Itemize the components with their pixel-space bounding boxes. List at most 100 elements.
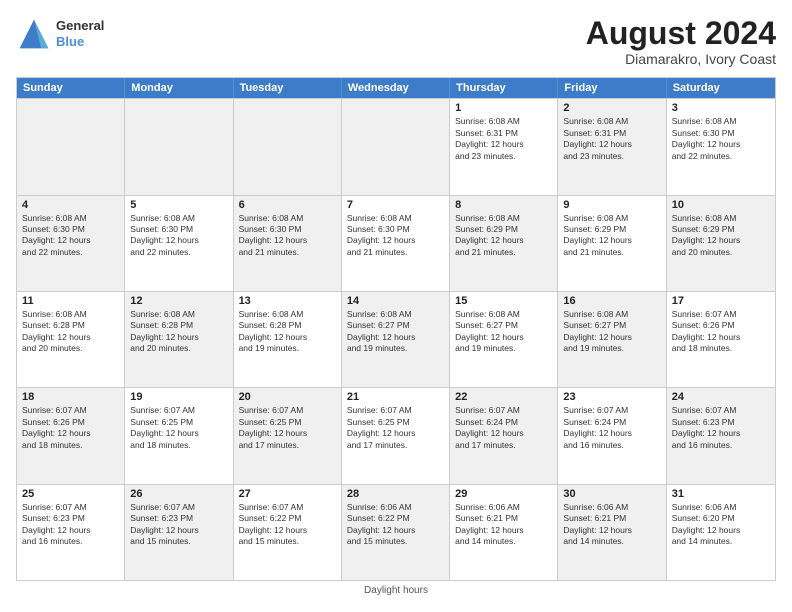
cal-cell-26: 26 Sunrise: 6:07 AM Sunset: 6:23 PM Dayli… <box>125 485 233 580</box>
page: General Blue August 2024 Diamarakro, Ivo… <box>0 0 792 612</box>
cell-text: Sunrise: 6:07 AM Sunset: 6:24 PM Dayligh… <box>455 405 552 451</box>
cal-cell-30: 30Sunrise: 6:06 AM Sunset: 6:21 PM Dayli… <box>558 485 666 580</box>
day-number: 14 <box>347 295 444 307</box>
cell-text: Sunrise: 6:08 AM Sunset: 6:29 PM Dayligh… <box>672 213 770 259</box>
day-number: 23 <box>563 391 660 403</box>
logo-line2: Blue <box>56 34 104 50</box>
calendar: SundayMondayTuesdayWednesdayThursdayFrid… <box>16 77 776 581</box>
day-number: 15 <box>455 295 552 307</box>
cal-cell-24: 24Sunrise: 6:07 AM Sunset: 6:23 PM Dayli… <box>667 388 775 483</box>
day-number: 12 <box>130 295 227 307</box>
cell-text: Sunrise: 6:08 AM Sunset: 6:31 PM Dayligh… <box>563 116 660 162</box>
title-block: August 2024 Diamarakro, Ivory Coast <box>586 16 776 67</box>
cell-text: Sunrise: 6:07 AM Sunset: 6:24 PM Dayligh… <box>563 405 660 451</box>
logo-icon <box>16 16 52 52</box>
day-number: 5 <box>130 199 227 211</box>
cell-text: Sunrise: 6:08 AM Sunset: 6:27 PM Dayligh… <box>563 309 660 355</box>
cal-cell-6: 6 Sunrise: 6:08 AM Sunset: 6:30 PM Daylig… <box>234 196 342 291</box>
cal-cell-empty-0-1 <box>125 99 233 194</box>
cell-text: Sunrise: 6:06 AM Sunset: 6:21 PM Dayligh… <box>455 502 552 548</box>
day-number: 3 <box>672 102 770 114</box>
cal-cell-3: 3 Sunrise: 6:08 AM Sunset: 6:30 PM Daylig… <box>667 99 775 194</box>
cal-cell-1: 1Sunrise: 6:08 AM Sunset: 6:31 PM Daylig… <box>450 99 558 194</box>
day-header-monday: Monday <box>125 78 233 98</box>
cal-cell-25: 25Sunrise: 6:07 AM Sunset: 6:23 PM Dayli… <box>17 485 125 580</box>
day-number: 16 <box>563 295 660 307</box>
cell-text: Sunrise: 6:06 AM Sunset: 6:20 PM Dayligh… <box>672 502 770 548</box>
day-header-tuesday: Tuesday <box>234 78 342 98</box>
day-number: 26 <box>130 488 227 500</box>
cal-cell-27: 27Sunrise: 6:07 AM Sunset: 6:22 PM Dayli… <box>234 485 342 580</box>
cell-text: Sunrise: 6:06 AM Sunset: 6:22 PM Dayligh… <box>347 502 444 548</box>
cal-cell-empty-0-0 <box>17 99 125 194</box>
day-number: 17 <box>672 295 770 307</box>
day-number: 20 <box>239 391 336 403</box>
cal-cell-18: 18Sunrise: 6:07 AM Sunset: 6:26 PM Dayli… <box>17 388 125 483</box>
cal-cell-17: 17 Sunrise: 6:07 AM Sunset: 6:26 PM Dayli… <box>667 292 775 387</box>
week-row-4: 18Sunrise: 6:07 AM Sunset: 6:26 PM Dayli… <box>17 387 775 483</box>
day-number: 31 <box>672 488 770 500</box>
logo-line1: General <box>56 18 104 34</box>
cal-cell-20: 20Sunrise: 6:07 AM Sunset: 6:25 PM Dayli… <box>234 388 342 483</box>
logo: General Blue <box>16 16 104 52</box>
cell-text: Sunrise: 6:08 AM Sunset: 6:28 PM Dayligh… <box>22 309 119 355</box>
day-number: 22 <box>455 391 552 403</box>
cell-text: Sunrise: 6:08 AM Sunset: 6:29 PM Dayligh… <box>563 213 660 259</box>
week-row-5: 25Sunrise: 6:07 AM Sunset: 6:23 PM Dayli… <box>17 484 775 580</box>
day-number: 29 <box>455 488 552 500</box>
calendar-header: SundayMondayTuesdayWednesdayThursdayFrid… <box>17 78 775 98</box>
day-number: 6 <box>239 199 336 211</box>
week-row-3: 11 Sunrise: 6:08 AM Sunset: 6:28 PM Dayli… <box>17 291 775 387</box>
cell-text: Sunrise: 6:08 AM Sunset: 6:30 PM Dayligh… <box>672 116 770 162</box>
cal-cell-9: 9 Sunrise: 6:08 AM Sunset: 6:29 PM Daylig… <box>558 196 666 291</box>
cal-cell-16: 16 Sunrise: 6:08 AM Sunset: 6:27 PM Dayli… <box>558 292 666 387</box>
week-row-1: 1 Sunrise: 6:08 AM Sunset: 6:31 PM Daylig… <box>17 98 775 194</box>
cal-cell-21: 21 Sunrise: 6:07 AM Sunset: 6:25 PM Dayli… <box>342 388 450 483</box>
cal-cell-14: 14 Sunrise: 6:08 AM Sunset: 6:27 PM Dayli… <box>342 292 450 387</box>
cal-cell-31: 31 Sunrise: 6:06 AM Sunset: 6:20 PM Dayli… <box>667 485 775 580</box>
cell-text: Sunrise: 6:08 AM Sunset: 6:27 PM Dayligh… <box>455 309 552 355</box>
cell-text: Sunrise: 6:08 AM Sunset: 6:30 PM Dayligh… <box>239 213 336 259</box>
cal-cell-29: 29 Sunrise: 6:06 AM Sunset: 6:21 PM Dayli… <box>450 485 558 580</box>
day-number: 28 <box>347 488 444 500</box>
cell-text: Sunrise: 6:06 AM Sunset: 6:21 PM Dayligh… <box>563 502 660 548</box>
day-number: 4 <box>22 199 119 211</box>
cell-text: Sunrise: 6:07 AM Sunset: 6:23 PM Dayligh… <box>130 502 227 548</box>
cal-cell-10: 10 Sunrise: 6:08 AM Sunset: 6:29 PM Dayli… <box>667 196 775 291</box>
cal-cell-12: 12 Sunrise: 6:08 AM Sunset: 6:28 PM Dayli… <box>125 292 233 387</box>
cell-text: Sunrise: 6:07 AM Sunset: 6:26 PM Dayligh… <box>672 309 770 355</box>
cell-text: Sunrise: 6:07 AM Sunset: 6:25 PM Dayligh… <box>347 405 444 451</box>
cell-text: Sunrise: 6:07 AM Sunset: 6:23 PM Dayligh… <box>672 405 770 451</box>
cal-cell-7: 7Sunrise: 6:08 AM Sunset: 6:30 PM Daylig… <box>342 196 450 291</box>
cal-cell-4: 4Sunrise: 6:08 AM Sunset: 6:30 PM Daylig… <box>17 196 125 291</box>
cell-text: Sunrise: 6:07 AM Sunset: 6:23 PM Dayligh… <box>22 502 119 548</box>
cal-cell-23: 23 Sunrise: 6:07 AM Sunset: 6:24 PM Dayli… <box>558 388 666 483</box>
day-number: 19 <box>130 391 227 403</box>
day-number: 8 <box>455 199 552 211</box>
subtitle: Diamarakro, Ivory Coast <box>586 51 776 67</box>
cell-text: Sunrise: 6:08 AM Sunset: 6:30 PM Dayligh… <box>347 213 444 259</box>
day-number: 9 <box>563 199 660 211</box>
day-header-friday: Friday <box>558 78 666 98</box>
cell-text: Sunrise: 6:08 AM Sunset: 6:27 PM Dayligh… <box>347 309 444 355</box>
day-number: 11 <box>22 295 119 307</box>
day-number: 10 <box>672 199 770 211</box>
cell-text: Sunrise: 6:08 AM Sunset: 6:28 PM Dayligh… <box>130 309 227 355</box>
cal-cell-5: 5 Sunrise: 6:08 AM Sunset: 6:30 PM Daylig… <box>125 196 233 291</box>
day-number: 21 <box>347 391 444 403</box>
day-number: 27 <box>239 488 336 500</box>
cal-cell-22: 22 Sunrise: 6:07 AM Sunset: 6:24 PM Dayli… <box>450 388 558 483</box>
day-number: 2 <box>563 102 660 114</box>
cell-text: Sunrise: 6:08 AM Sunset: 6:30 PM Dayligh… <box>130 213 227 259</box>
day-number: 13 <box>239 295 336 307</box>
cal-cell-8: 8Sunrise: 6:08 AM Sunset: 6:29 PM Daylig… <box>450 196 558 291</box>
calendar-body: 1 Sunrise: 6:08 AM Sunset: 6:31 PM Daylig… <box>17 98 775 580</box>
day-number: 1 <box>455 102 552 114</box>
footer-note: Daylight hours <box>16 585 776 596</box>
cal-cell-28: 28 Sunrise: 6:06 AM Sunset: 6:22 PM Dayli… <box>342 485 450 580</box>
cell-text: Sunrise: 6:08 AM Sunset: 6:28 PM Dayligh… <box>239 309 336 355</box>
cal-cell-15: 15 Sunrise: 6:08 AM Sunset: 6:27 PM Dayli… <box>450 292 558 387</box>
cell-text: Sunrise: 6:07 AM Sunset: 6:25 PM Dayligh… <box>130 405 227 451</box>
cal-cell-2: 2 Sunrise: 6:08 AM Sunset: 6:31 PM Daylig… <box>558 99 666 194</box>
cal-cell-13: 13 Sunrise: 6:08 AM Sunset: 6:28 PM Dayli… <box>234 292 342 387</box>
